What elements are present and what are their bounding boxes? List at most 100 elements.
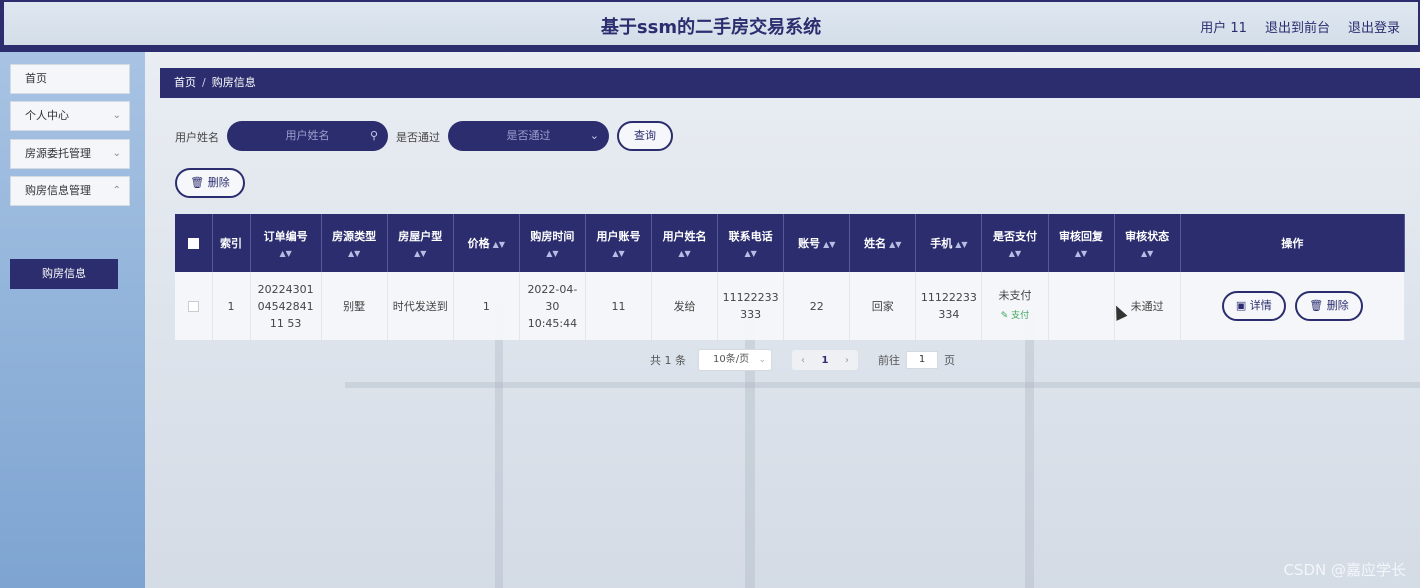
column-header[interactable]: 联系电话 ▲▼ xyxy=(717,214,785,272)
column-header[interactable]: 房屋户型 ▲▼ xyxy=(387,214,454,272)
pass-label: 是否通过 xyxy=(396,131,440,144)
background-decoration xyxy=(495,302,503,588)
breadcrumb: 首页 / 购房信息 xyxy=(160,68,1420,98)
sort-icon: ▲▼ xyxy=(546,249,559,258)
row-delete-button[interactable]: 🗑 删除 xyxy=(1295,291,1363,321)
cell-acct: 22 xyxy=(783,272,851,340)
pay-link[interactable]: ✎ 支付 xyxy=(986,308,1043,325)
cell-user-name: 发给 xyxy=(651,272,719,340)
user-name-placeholder: 用户姓名 xyxy=(285,129,330,142)
top-bar: 基于ssm的二手房交易系统 用户 11 退出到前台 退出登录 xyxy=(0,0,1420,52)
table-row: 1 202243010454284111 53 别墅 时代发送到 1 2022-… xyxy=(175,272,1406,340)
header: 基于ssm的二手房交易系统 用户 11 退出到前台 退出登录 xyxy=(4,2,1418,45)
total-count: 共 1 条 xyxy=(650,354,686,367)
cell-phone: 11122233333 xyxy=(717,272,785,340)
cell-account: 11 xyxy=(585,272,653,340)
column-header[interactable]: 手机 ▲▼ xyxy=(915,214,983,272)
batch-delete-button[interactable]: 🗑 删除 xyxy=(175,168,245,198)
background-decoration xyxy=(345,382,1420,388)
sidebar-subitem-purchase-info[interactable]: 购房信息 xyxy=(10,259,118,289)
sort-icon: ▲▼ xyxy=(744,249,757,258)
sidebar-item-personal-center[interactable]: 个人中心 ⌄ xyxy=(10,101,130,131)
sidebar-item-label: 个人中心 xyxy=(25,109,69,122)
chevron-down-icon: ⌄ xyxy=(112,148,121,159)
column-header[interactable]: 购房时间 ▲▼ xyxy=(519,214,586,272)
column-header[interactable]: 姓名 ▲▼ xyxy=(849,214,917,272)
page-nav: ‹ 1 › xyxy=(792,350,858,370)
cell-price: 1 xyxy=(453,272,520,340)
sort-icon: ▲▼ xyxy=(492,240,505,249)
watermark: CSDN @嘉应学长 xyxy=(1283,561,1406,579)
query-button[interactable]: 查询 xyxy=(617,121,673,151)
sidebar-item-label: 房源委托管理 xyxy=(25,147,91,160)
chevron-down-icon: ⌄ xyxy=(758,355,766,365)
cell-time: 2022-04-30 10:45:44 xyxy=(519,272,586,340)
sort-icon: ▲▼ xyxy=(1074,249,1088,258)
column-header[interactable]: 审核回复 ▲▼ xyxy=(1048,214,1115,272)
sidebar-item-home[interactable]: 首页 xyxy=(10,64,130,94)
sort-icon: ▲▼ xyxy=(414,249,427,258)
logout-link[interactable]: 退出登录 xyxy=(1348,17,1400,36)
sort-icon: ▲▼ xyxy=(823,240,836,249)
prev-page-button[interactable]: ‹ xyxy=(792,355,814,366)
pass-placeholder: 是否通过 xyxy=(506,129,551,142)
cell-index: 1 xyxy=(212,272,251,340)
sort-icon: ▲▼ xyxy=(955,240,968,249)
sidebar-item-listing-management[interactable]: 房源委托管理 ⌄ xyxy=(10,139,130,169)
search-icon: ⚲ xyxy=(369,129,378,142)
paid-status: 未支付 xyxy=(998,289,1032,302)
sort-icon: ▲▼ xyxy=(1140,249,1154,258)
trash-icon: 🗑 xyxy=(190,176,205,189)
cell-status: 未通过 xyxy=(1114,272,1181,340)
column-header[interactable]: 用户账号 ▲▼ xyxy=(585,214,653,272)
chevron-down-icon: ⌄ xyxy=(589,129,599,142)
document-icon: ▣ xyxy=(1235,299,1247,312)
cell-name: 回家 xyxy=(849,272,917,340)
back-to-front-link[interactable]: 退出到前台 xyxy=(1265,17,1330,36)
pagination: 共 1 条 10条/页 ⌄ ‹ 1 › 前往 1 页 xyxy=(650,349,955,371)
next-page-button[interactable]: › xyxy=(836,355,858,366)
background-decoration xyxy=(1025,312,1034,588)
goto-label: 前往 xyxy=(878,354,900,367)
page-suffix: 页 xyxy=(944,354,955,367)
breadcrumb-separator: / xyxy=(202,76,206,89)
page-size-select[interactable]: 10条/页 ⌄ xyxy=(698,349,772,371)
column-header[interactable]: 价格 ▲▼ xyxy=(453,214,520,272)
column-header[interactable]: 用户姓名 ▲▼ xyxy=(651,214,719,272)
header-links: 用户 11 退出到前台 退出登录 xyxy=(1200,17,1400,36)
select-all-checkbox[interactable] xyxy=(175,214,213,272)
sort-icon: ▲▼ xyxy=(889,240,902,249)
row-checkbox[interactable] xyxy=(175,272,213,340)
cell-order-no: 202243010454284111 53 xyxy=(250,272,322,340)
purchase-table: 索引 订单编号 ▲▼ 房源类型 ▲▼ 房屋户型 ▲▼ 价格 ▲▼ 购房时间 ▲▼ 用户账号… xyxy=(175,214,1406,340)
column-header[interactable]: 是否支付 ▲▼ xyxy=(981,214,1049,272)
sidebar-item-purchase-management[interactable]: 购房信息管理 ⌃ xyxy=(10,176,130,206)
current-page[interactable]: 1 xyxy=(814,355,836,366)
cell-actions: ▣ 详情 🗑 删除 xyxy=(1180,272,1406,340)
user-name-input[interactable]: 用户姓名 ⚲ xyxy=(227,121,388,151)
detail-button[interactable]: ▣ 详情 xyxy=(1221,291,1286,321)
column-header[interactable]: 房源类型 ▲▼ xyxy=(321,214,388,272)
pass-select[interactable]: 是否通过 ⌄ xyxy=(448,121,609,151)
column-header[interactable]: 账号 ▲▼ xyxy=(783,214,851,272)
table-header-row: 索引 订单编号 ▲▼ 房源类型 ▲▼ 房屋户型 ▲▼ 价格 ▲▼ 购房时间 ▲▼ 用户账号… xyxy=(175,214,1406,272)
main-content: 首页 / 购房信息 用户姓名 用户姓名 ⚲ 是否通过 是否通过 ⌄ 查询 🗑 删除 … xyxy=(145,52,1420,588)
cell-layout: 时代发送到 xyxy=(387,272,454,340)
column-header: 操作 xyxy=(1180,214,1406,272)
column-header[interactable]: 审核状态 ▲▼ xyxy=(1114,214,1181,272)
breadcrumb-home[interactable]: 首页 xyxy=(174,76,196,89)
breadcrumb-current: 购房信息 xyxy=(211,76,256,89)
user-name-label: 用户姓名 xyxy=(175,131,219,144)
cell-mobile: 11122233334 xyxy=(915,272,983,340)
sort-icon: ▲▼ xyxy=(279,249,292,258)
cell-paid: 未支付 ✎ 支付 xyxy=(981,272,1049,340)
page-size-value: 10条/页 xyxy=(713,354,750,365)
chevron-up-icon: ⌃ xyxy=(112,185,121,196)
cell-type: 别墅 xyxy=(321,272,388,340)
column-header[interactable]: 订单编号 ▲▼ xyxy=(250,214,322,272)
goto-page-input[interactable]: 1 xyxy=(906,351,938,369)
chevron-down-icon: ⌄ xyxy=(112,110,121,121)
sort-icon: ▲▼ xyxy=(1008,249,1022,258)
cell-reply xyxy=(1048,272,1115,340)
batch-delete-label: 删除 xyxy=(207,176,230,189)
